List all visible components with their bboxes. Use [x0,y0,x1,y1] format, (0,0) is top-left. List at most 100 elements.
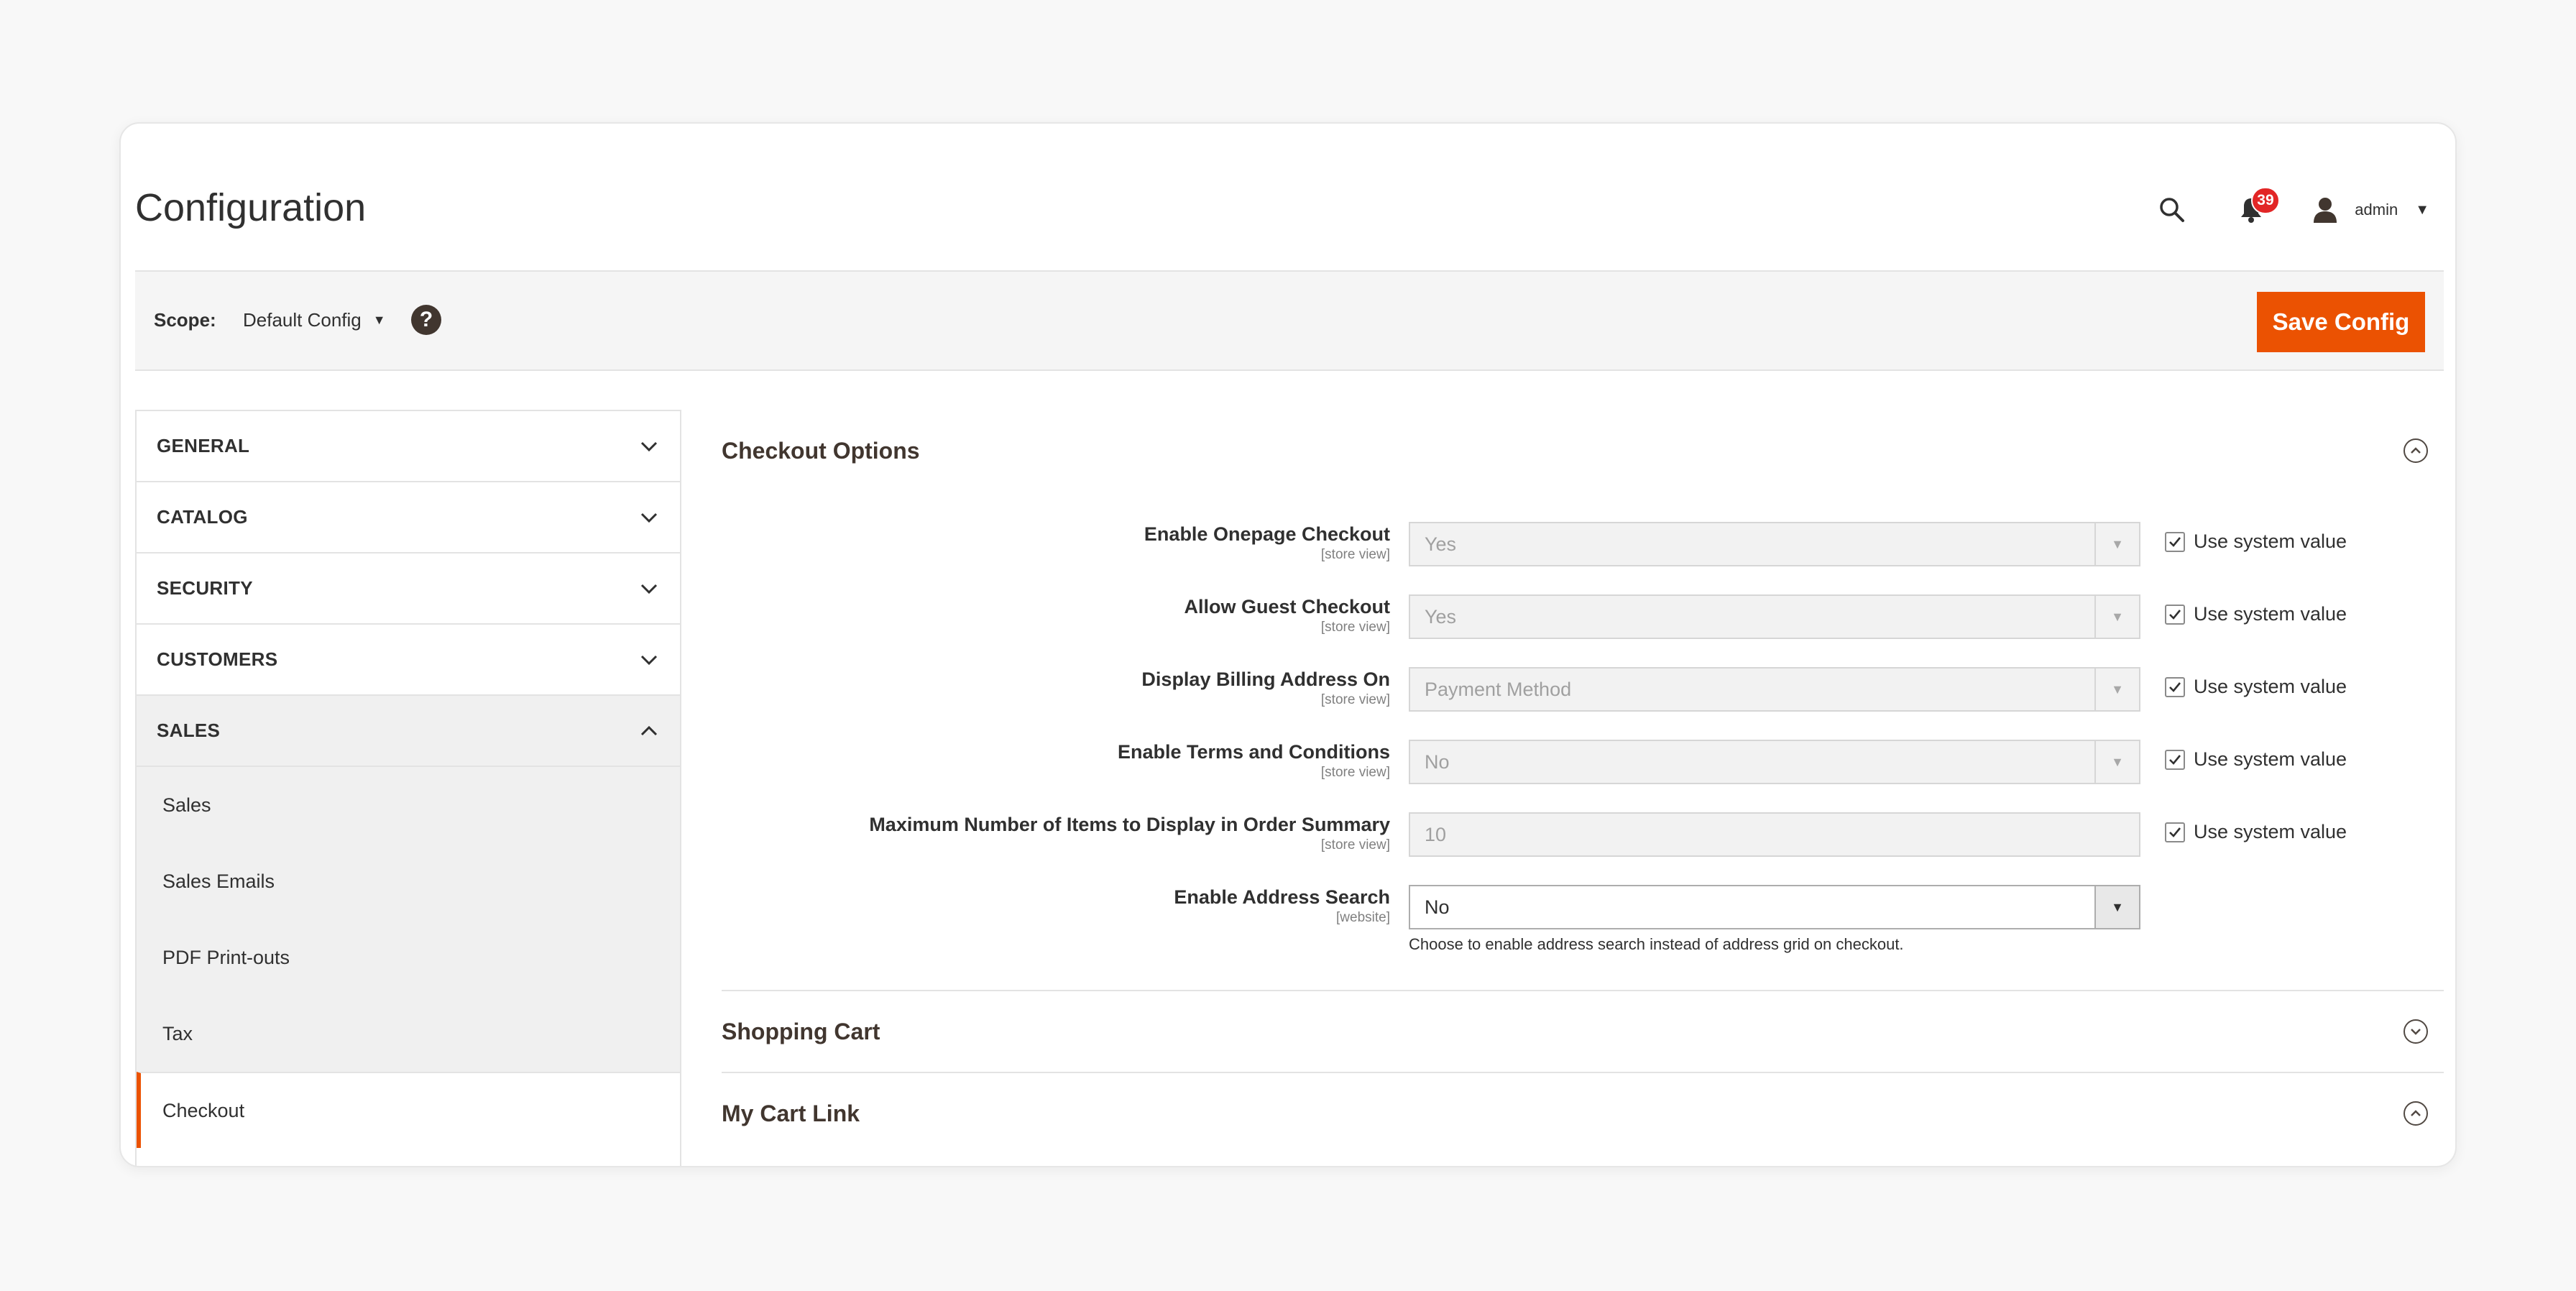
field-label-block: Enable Onepage Checkout [store view] [722,523,1390,563]
use-system-value-checkbox[interactable]: Use system value [2165,530,2347,553]
save-config-button[interactable]: Save Config [2257,292,2425,352]
search-icon [2160,198,2185,222]
field-scope: [store view] [1320,620,1390,635]
field-label: Allow Guest Checkout [1184,596,1390,617]
sidebar-item-tax[interactable]: Tax [137,996,680,1072]
field-row: Enable Onepage Checkout [store view] Yes… [722,509,2444,582]
allow-guest-checkout-select[interactable]: Yes ▼ [1409,594,2140,639]
select-value: No [1425,750,1450,773]
search-button[interactable] [2150,188,2194,231]
caret-down-icon: ▼ [372,313,386,327]
scope-label: Scope: [154,309,216,331]
checkbox-checked-icon [2165,822,2185,842]
field-scope: [store view] [1320,547,1390,562]
notification-count-badge: 39 [2251,187,2280,214]
use-system-value-label: Use system value [2194,530,2347,552]
sidebar-item-sales[interactable]: Sales [137,767,680,843]
chevron-down-icon [640,655,658,665]
scope-switcher[interactable]: Default Config ▼ [243,309,386,331]
sidebar-group-sales[interactable]: SALES [137,696,680,767]
use-system-value-label: Use system value [2194,748,2347,770]
input-value: 10 [1425,823,1447,845]
user-icon [2314,198,2337,223]
field-scope: [store view] [1320,765,1390,780]
use-system-value-checkbox[interactable]: Use system value [2165,821,2347,843]
header-actions: 39 admin ▼ [2150,187,2429,231]
sidebar-group-general[interactable]: GENERAL [137,411,680,482]
enable-onepage-checkout-select[interactable]: Yes ▼ [1409,522,2140,566]
expand-icon [2404,1019,2428,1044]
sidebar-group-catalog[interactable]: CATALOG [137,482,680,553]
collapse-icon [2404,1101,2428,1126]
sidebar-group-title: CUSTOMERS [157,648,278,670]
select-value: No [1425,896,1450,918]
select-arrow-icon: ▼ [2094,523,2139,565]
select-arrow-icon: ▼ [2094,741,2139,783]
section-title: My Cart Link [722,1100,860,1126]
sidebar-group-security[interactable]: SECURITY [137,553,680,625]
user-menu[interactable]: admin ▼ [2313,196,2429,224]
field-row: Allow Guest Checkout [store view] Yes ▼ … [722,582,2444,654]
checkout-options-fields: Enable Onepage Checkout [store view] Yes… [722,492,2444,990]
field-scope: [store view] [1320,692,1390,707]
field-label: Enable Terms and Conditions [1117,741,1390,763]
section-checkout-options-header[interactable]: Checkout Options [722,410,2444,492]
use-system-value-label: Use system value [2194,603,2347,625]
sidebar-item-checkout[interactable]: Checkout [137,1072,680,1148]
field-row: Maximum Number of Items to Display in Or… [722,799,2444,872]
checkbox-checked-icon [2165,676,2185,697]
sidebar-group-customers[interactable]: CUSTOMERS [137,625,680,696]
field-label-block: Allow Guest Checkout [store view] [722,596,1390,635]
caret-down-icon: ▼ [2415,201,2429,218]
field-row: Enable Address Search [website] No ▼ Cho… [722,872,2444,968]
enable-address-search-select[interactable]: No ▼ [1409,885,2140,929]
page-title: Configuration [135,186,367,229]
display-billing-address-select[interactable]: Payment Method ▼ [1409,667,2140,712]
field-scope: [website] [1336,910,1390,925]
checkbox-checked-icon [2165,604,2185,625]
use-system-value-label: Use system value [2194,821,2347,842]
scope-bar: Scope: Default Config ▼ ? Save Config [135,270,2444,371]
use-system-value-label: Use system value [2194,676,2347,697]
enable-terms-select[interactable]: No ▼ [1409,740,2140,784]
field-row: Display Billing Address On [store view] … [722,654,2444,727]
use-system-value-checkbox[interactable]: Use system value [2165,676,2347,698]
chevron-down-icon [640,584,658,594]
scope-value: Default Config [243,309,362,331]
notifications-button[interactable]: 39 [2230,187,2280,231]
sidebar-group-title: SALES [157,720,221,741]
field-label: Maximum Number of Items to Display in Or… [869,814,1390,835]
field-label: Enable Address Search [1174,886,1390,908]
admin-panel: Configuration 39 admin ▼ Scope: Default … [119,122,2457,1167]
use-system-value-checkbox[interactable]: Use system value [2165,748,2347,771]
checkbox-checked-icon [2165,749,2185,770]
field-label-block: Enable Address Search [website] [722,886,1390,926]
use-system-value-checkbox[interactable]: Use system value [2165,603,2347,625]
config-main: Checkout Options Enable Onepage Checkout… [722,410,2444,1154]
select-value: Yes [1425,533,1457,555]
chevron-up-icon [640,725,658,735]
field-row: Enable Terms and Conditions [store view]… [722,727,2444,799]
field-label: Display Billing Address On [1141,669,1390,690]
max-items-order-summary-input[interactable]: 10 [1409,812,2140,857]
checkbox-checked-icon [2165,531,2185,552]
sidebar-group-title: CATALOG [157,506,248,528]
field-note: Choose to enable address search instead … [1409,935,1904,953]
select-arrow-icon: ▼ [2094,669,2139,710]
sidebar-group-title: GENERAL [157,435,250,456]
sidebar-item-sales-emails[interactable]: Sales Emails [137,843,680,919]
section-shopping-cart-header[interactable]: Shopping Cart [722,990,2444,1072]
select-value: Payment Method [1425,678,1572,700]
field-label-block: Maximum Number of Items to Display in Or… [722,814,1390,853]
config-sidebar: GENERAL CATALOG SECURITY CUSTOMERS SALES… [135,410,681,1166]
sidebar-item-pdf-printouts[interactable]: PDF Print-outs [137,919,680,996]
field-label-block: Display Billing Address On [store view] [722,669,1390,708]
sales-subitems: Sales Sales Emails PDF Print-outs Tax Ch… [137,767,680,1148]
section-title: Checkout Options [722,437,920,464]
field-label: Enable Onepage Checkout [1144,523,1390,545]
section-my-cart-link-header[interactable]: My Cart Link [722,1072,2444,1154]
select-arrow-icon: ▼ [2094,596,2139,638]
user-name: admin [2355,201,2398,219]
help-icon[interactable]: ? [411,305,441,335]
select-value: Yes [1425,605,1457,628]
